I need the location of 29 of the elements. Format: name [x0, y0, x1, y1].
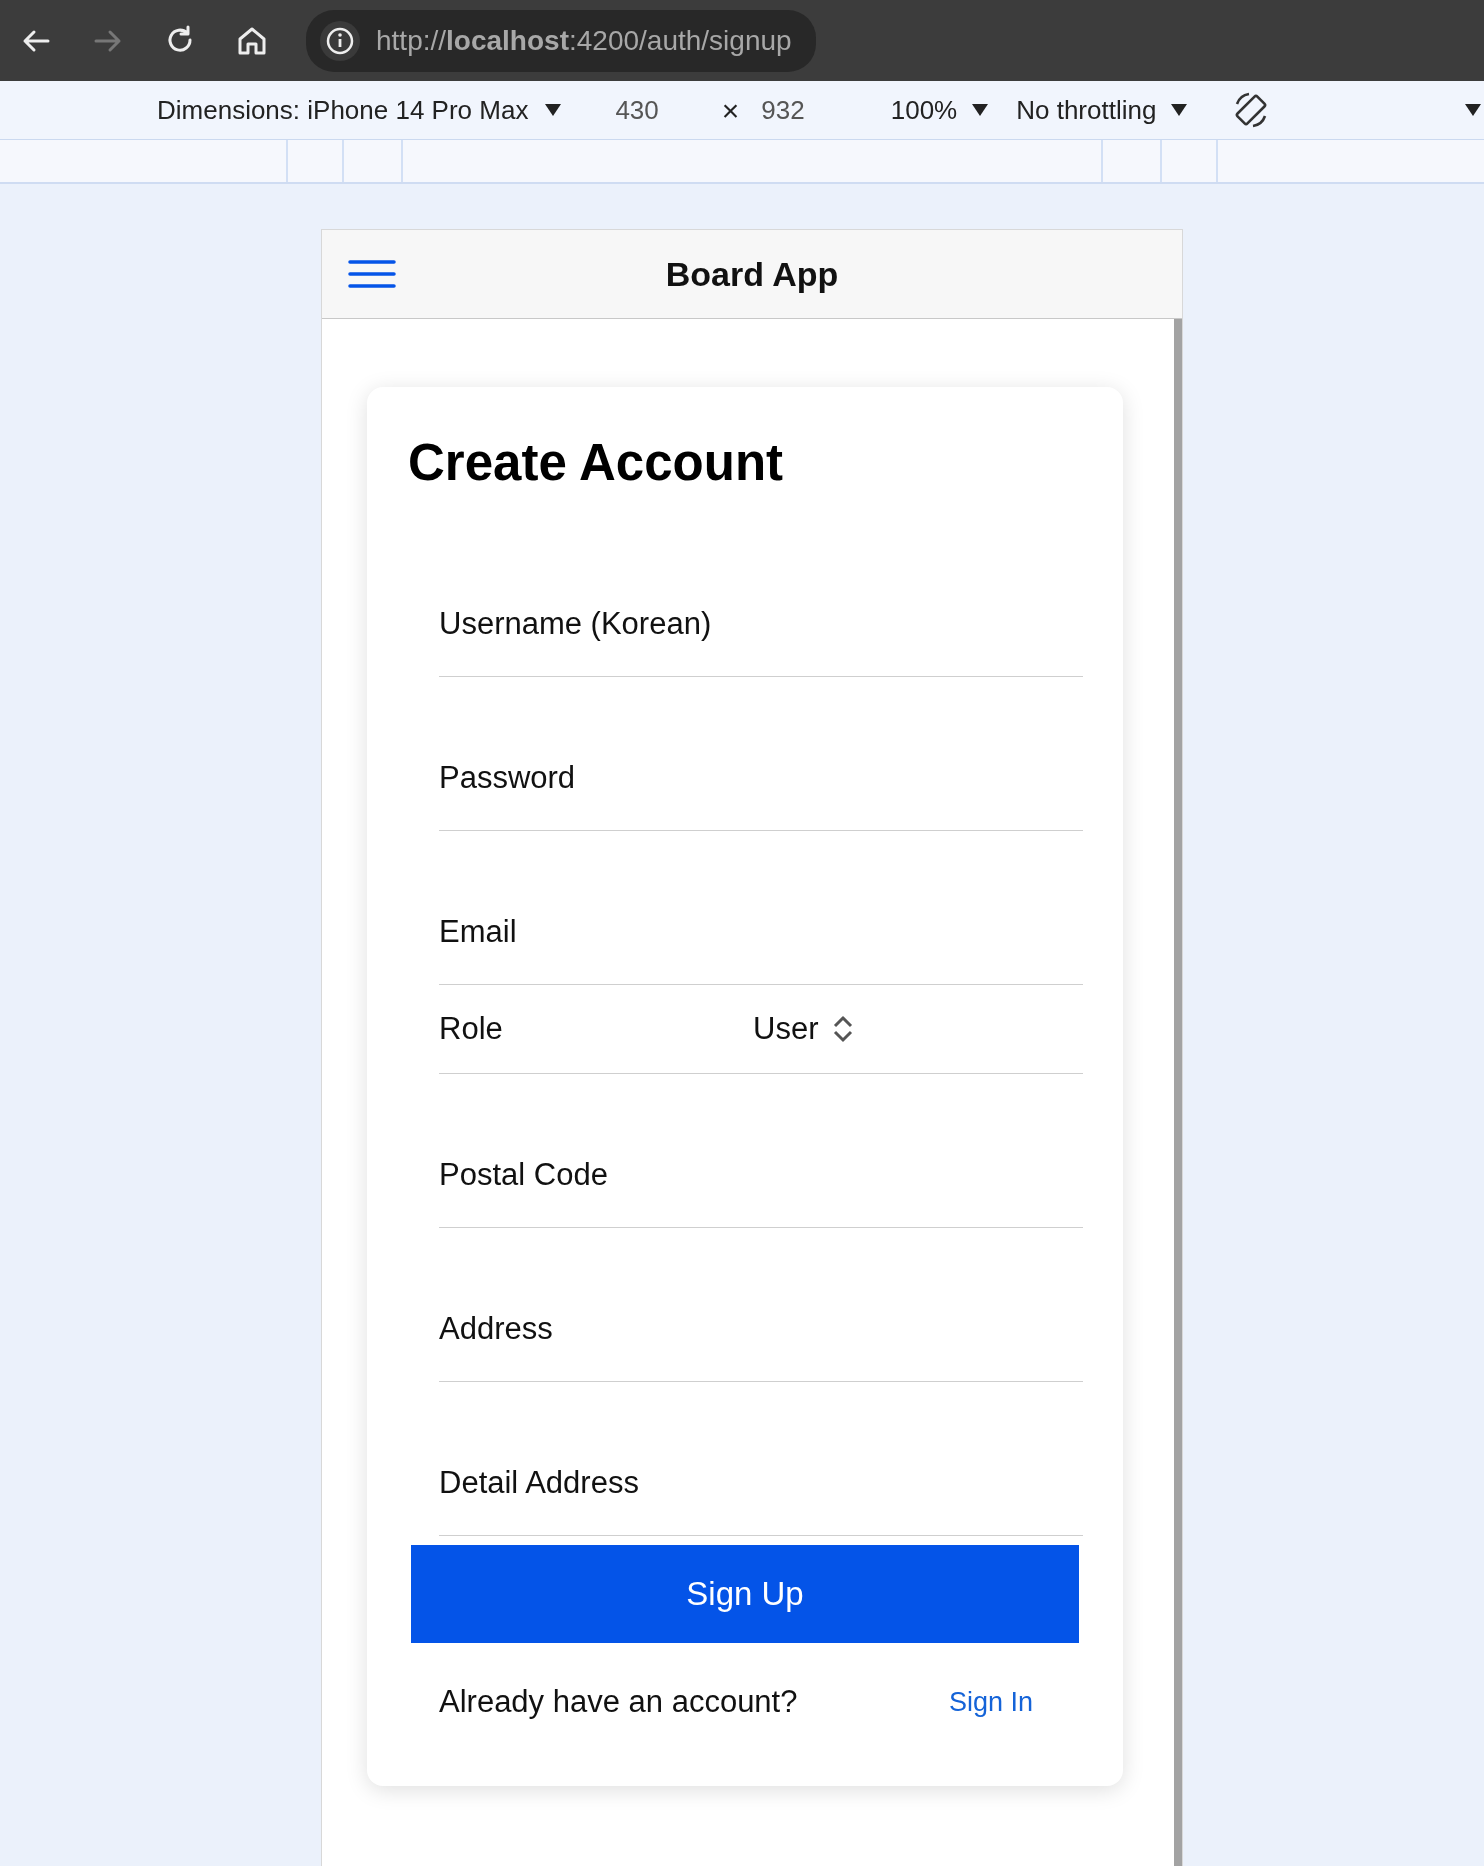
sign-in-link[interactable]: Sign In	[948, 1682, 1033, 1723]
zoom-dropdown[interactable]: 100%	[890, 90, 958, 130]
input-field[interactable]: Password	[439, 756, 1083, 801]
caret-icon[interactable]	[971, 103, 990, 117]
address-bar[interactable]: http://localhost:4200/auth/signup	[306, 9, 816, 72]
input-field[interactable]: Address	[439, 1307, 1083, 1352]
form-title: Create Account	[408, 435, 785, 492]
device-dropdown[interactable]: Dimensions: iPhone 14 Pro Max	[157, 90, 529, 130]
app-title: Board App	[665, 253, 839, 295]
caret-icon[interactable]	[1170, 103, 1189, 117]
menu-icon[interactable]	[348, 259, 396, 289]
url-text: http://localhost:4200/auth/signup	[376, 23, 792, 58]
width-field[interactable]: 430	[615, 90, 659, 130]
footer-text: Already have an account?	[439, 1683, 798, 1722]
info-icon[interactable]	[318, 18, 362, 63]
role-select[interactable]: User	[753, 1005, 855, 1053]
caret-icon[interactable]	[544, 103, 563, 117]
throttling-dropdown[interactable]: No throttling	[1016, 90, 1157, 130]
input-field[interactable]: Detail Address	[439, 1461, 1083, 1506]
field-label: Role	[439, 1009, 504, 1048]
height-field[interactable]: 932	[761, 90, 805, 130]
caret-icon[interactable]	[1464, 103, 1482, 117]
chevron-icon	[832, 1015, 855, 1044]
input-field[interactable]: Postal Code	[439, 1153, 1083, 1198]
scrollbar[interactable]	[1174, 319, 1182, 1866]
input-field[interactable]: Username (Korean)	[439, 602, 1083, 647]
input-field[interactable]: Email	[439, 910, 1083, 955]
sign-up-button[interactable]: Sign Up	[411, 1545, 1079, 1644]
times-sign: ×	[721, 92, 740, 129]
